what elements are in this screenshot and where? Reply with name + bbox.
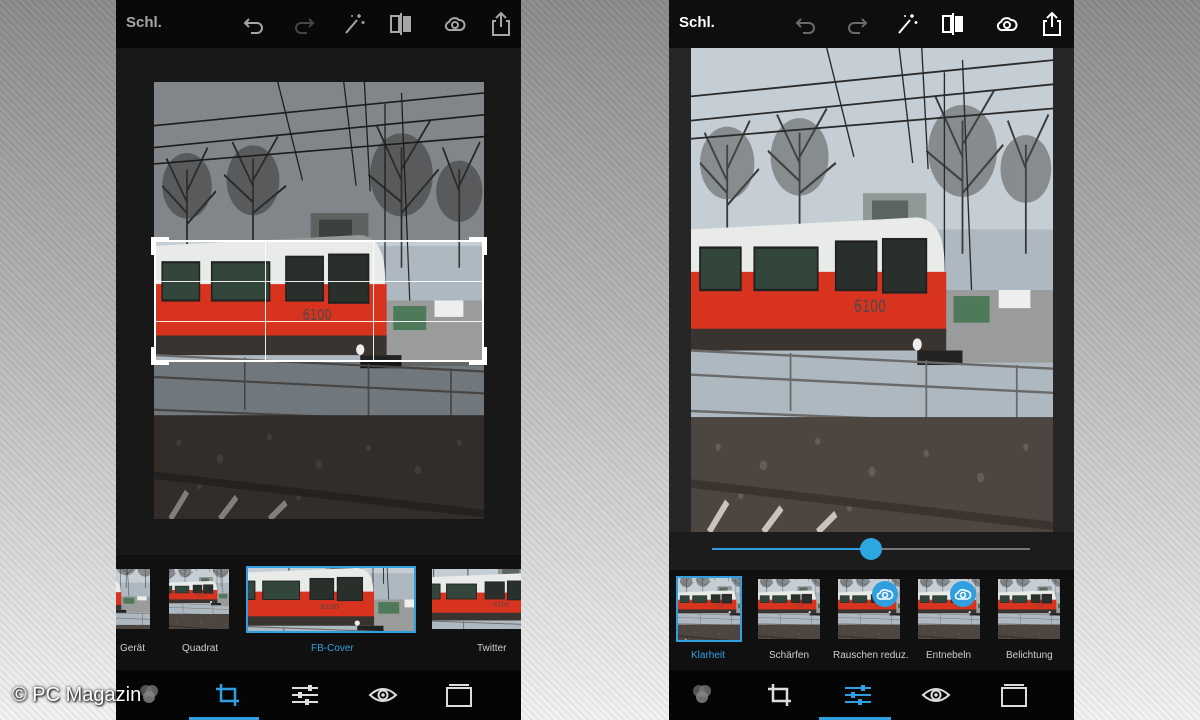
- crop-handle-top-right[interactable]: [469, 237, 487, 255]
- train-photo: [691, 48, 1053, 532]
- creative-cloud-badge-icon: [872, 581, 898, 607]
- adjustment-slider[interactable]: [712, 538, 1030, 560]
- share-icon[interactable]: [1039, 11, 1065, 37]
- adjustments-icon[interactable]: [290, 682, 320, 708]
- crop-icon[interactable]: [765, 682, 795, 708]
- preset-label[interactable]: Quadrat: [182, 643, 218, 654]
- compare-icon[interactable]: [940, 11, 966, 37]
- adjustment-label[interactable]: Rauschen reduz.: [833, 650, 909, 661]
- adjustment-label[interactable]: Belichtung: [1006, 650, 1053, 661]
- close-button[interactable]: Schl.: [679, 14, 715, 31]
- watermark: © PC Magazin: [12, 684, 142, 706]
- left-phone-screen: Schl. Gerät Quadrat FB-Cover Twitter: [116, 0, 521, 720]
- preset-label[interactable]: Gerät: [120, 643, 145, 654]
- redo-icon[interactable]: [844, 11, 870, 37]
- adjustment-label-selected[interactable]: Klarheit: [691, 650, 725, 661]
- close-button[interactable]: Schl.: [126, 14, 162, 31]
- crop-grid-line: [264, 242, 266, 360]
- right-phone-screen: Schl. Klarheit Schärfen Rauschen reduz. …: [669, 0, 1074, 720]
- looks-icon[interactable]: [687, 682, 717, 708]
- top-toolbar: Schl.: [669, 0, 1074, 48]
- adjustment-slider-area: [669, 532, 1074, 570]
- adjustment-strip: Klarheit Schärfen Rauschen reduz. Entneb…: [669, 570, 1074, 670]
- adjustment-label[interactable]: Entnebeln: [926, 650, 971, 661]
- preset-thumbnail-device[interactable]: [116, 569, 150, 629]
- borders-icon[interactable]: [999, 682, 1029, 708]
- creative-cloud-icon[interactable]: [442, 11, 468, 37]
- borders-icon[interactable]: [444, 682, 474, 708]
- magic-wand-icon[interactable]: [340, 11, 366, 37]
- share-icon[interactable]: [488, 11, 514, 37]
- crop-frame[interactable]: [151, 237, 487, 365]
- crop-preset-strip: Gerät Quadrat FB-Cover Twitter: [116, 555, 521, 670]
- crop-grid-line: [156, 281, 482, 283]
- creative-cloud-icon[interactable]: [994, 11, 1020, 37]
- crop-handle-top-left[interactable]: [151, 237, 169, 255]
- preset-label-selected[interactable]: FB-Cover: [311, 643, 354, 654]
- crop-grid-line: [156, 320, 482, 322]
- preset-label[interactable]: Twitter: [477, 643, 506, 654]
- preset-thumbnail-twitter[interactable]: [432, 569, 521, 629]
- slider-knob[interactable]: [860, 538, 882, 560]
- compare-icon[interactable]: [388, 11, 414, 37]
- adjustment-thumbnail-sharpen[interactable]: [758, 579, 820, 639]
- crop-grid-line: [373, 242, 375, 360]
- preset-thumbnail-square[interactable]: [169, 569, 229, 629]
- bottom-tab-bar: [669, 670, 1074, 720]
- adjustment-thumbnail-clarity[interactable]: [676, 576, 742, 642]
- redo-icon[interactable]: [291, 11, 317, 37]
- bottom-tab-bar: [116, 670, 521, 720]
- adjustment-thumbnail-exposure[interactable]: [998, 579, 1060, 639]
- photo-canvas[interactable]: [691, 48, 1053, 532]
- undo-icon[interactable]: [793, 11, 819, 37]
- top-toolbar: Schl.: [116, 0, 521, 48]
- adjustments-icon[interactable]: [843, 682, 873, 708]
- crop-handle-bottom-left[interactable]: [151, 347, 169, 365]
- crop-handle-bottom-right[interactable]: [469, 347, 487, 365]
- adjustment-label[interactable]: Schärfen: [769, 650, 809, 661]
- creative-cloud-badge-icon: [950, 581, 976, 607]
- eye-icon[interactable]: [368, 682, 398, 708]
- slider-fill: [712, 548, 871, 550]
- eye-icon[interactable]: [921, 682, 951, 708]
- undo-icon[interactable]: [241, 11, 267, 37]
- magic-wand-icon[interactable]: [893, 11, 919, 37]
- crop-icon[interactable]: [213, 682, 243, 708]
- preset-thumbnail-fb-cover[interactable]: [246, 566, 416, 633]
